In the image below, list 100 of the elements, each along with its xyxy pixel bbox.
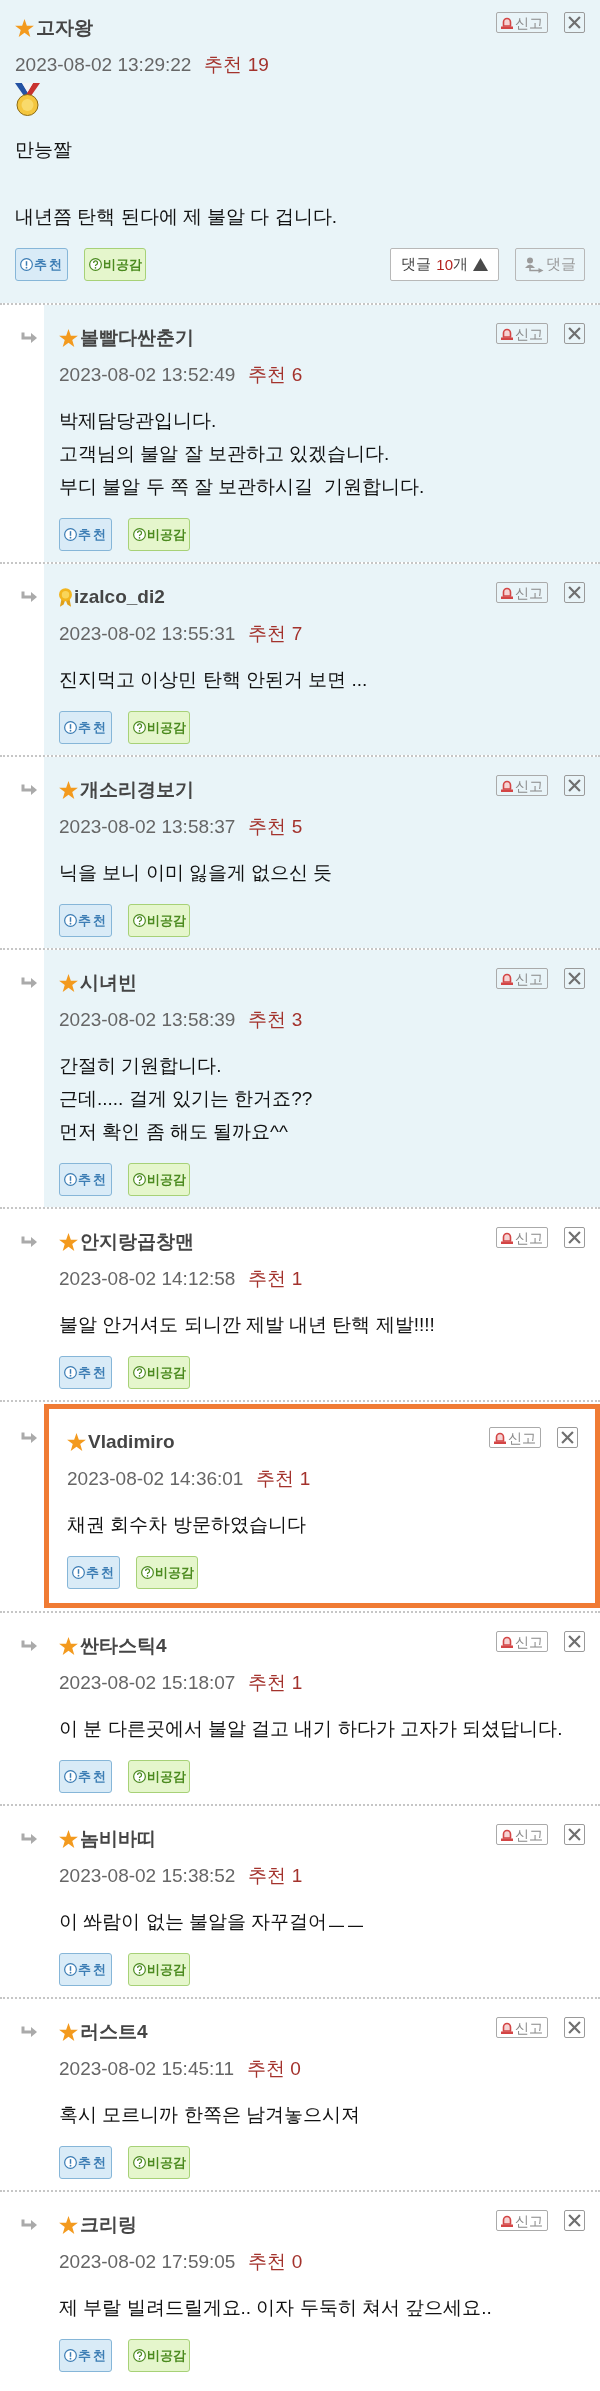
exclamation-circle-icon	[72, 1566, 85, 1579]
siren-icon	[501, 2021, 513, 2034]
star-icon	[15, 19, 34, 37]
comment-text: 혹시 모르니까 한쪽은 남겨놓으시져	[59, 2103, 361, 2127]
disagree-button[interactable]: 비공감	[128, 711, 190, 744]
replies-toggle-button[interactable]: 댓글 10개	[390, 248, 499, 281]
author-name: 러스트4	[80, 2020, 148, 2044]
star-icon	[59, 1637, 78, 1655]
recommend-button[interactable]: 추천	[59, 518, 112, 551]
siren-icon	[501, 779, 513, 792]
close-button[interactable]	[564, 323, 585, 344]
report-button[interactable]: 신고	[496, 2017, 548, 2038]
reply-arrow-icon	[21, 784, 37, 796]
comment-timestamp: 2023-08-02 13:29:22	[15, 53, 192, 77]
reply-arrow-icon	[21, 2026, 37, 2038]
question-circle-icon	[141, 1566, 154, 1579]
recommend-count: 추천 1	[248, 1267, 303, 1291]
report-button[interactable]: 신고	[496, 582, 548, 603]
close-icon	[568, 972, 581, 985]
siren-icon	[501, 327, 513, 340]
disagree-button[interactable]: 비공감	[128, 2146, 190, 2179]
recommend-button[interactable]: 추천	[59, 1356, 112, 1389]
recommend-button[interactable]: 추천	[59, 1760, 112, 1793]
close-button[interactable]	[564, 582, 585, 603]
report-button[interactable]: 신고	[489, 1427, 541, 1448]
recommend-count: 추천 3	[248, 1008, 303, 1032]
exclamation-circle-icon	[64, 721, 77, 734]
author-name: 안지랑곱창맨	[80, 1230, 194, 1254]
question-circle-icon	[133, 1173, 146, 1186]
author-name: 싼타스틱4	[80, 1634, 167, 1658]
report-button[interactable]: 신고	[496, 1824, 548, 1845]
reply-button[interactable]: 댓글	[515, 248, 585, 281]
comment-text: 제 부랄 빌려드릴게요.. 이자 두둑히 쳐서 갚으세요..	[59, 2296, 493, 2320]
close-icon	[568, 779, 581, 792]
recommend-count: 추천 7	[248, 622, 303, 646]
close-icon	[568, 1828, 581, 1841]
report-button[interactable]: 신고	[496, 775, 548, 796]
exclamation-circle-icon	[64, 1963, 77, 1976]
close-button[interactable]	[564, 775, 585, 796]
recommend-count: 추천 5	[248, 815, 303, 839]
star-icon	[67, 1433, 86, 1451]
report-button[interactable]: 신고	[496, 323, 548, 344]
comment-text: 박제담당관입니다.	[59, 409, 218, 433]
recommend-button[interactable]: 추천	[59, 1163, 112, 1196]
disagree-button[interactable]: 비공감	[136, 1556, 198, 1589]
comment-timestamp: 2023-08-02 13:52:49	[59, 363, 236, 387]
disagree-button[interactable]: 비공감	[84, 248, 146, 281]
report-button[interactable]: 신고	[496, 1631, 548, 1652]
person-arrow-icon	[524, 256, 544, 273]
close-button[interactable]	[557, 1427, 578, 1448]
close-icon	[568, 2021, 581, 2034]
siren-icon	[501, 1828, 513, 1841]
report-button[interactable]: 신고	[496, 1227, 548, 1248]
report-button[interactable]: 신고	[496, 12, 548, 33]
disagree-button[interactable]: 비공감	[128, 1356, 190, 1389]
question-circle-icon	[89, 258, 102, 271]
star-icon	[59, 2023, 78, 2041]
disagree-button[interactable]: 비공감	[128, 518, 190, 551]
close-button[interactable]	[564, 968, 585, 989]
star-icon	[59, 781, 78, 799]
recommend-button[interactable]: 추천	[67, 1556, 120, 1589]
recommend-count: 추천 1	[248, 1671, 303, 1695]
siren-icon	[501, 586, 513, 599]
siren-icon	[501, 1635, 513, 1648]
recommend-button[interactable]: 추천	[59, 2339, 112, 2372]
close-button[interactable]	[564, 1824, 585, 1845]
close-button[interactable]	[564, 12, 585, 33]
recommend-button[interactable]: 추천	[59, 711, 112, 744]
disagree-button[interactable]: 비공감	[128, 1760, 190, 1793]
close-button[interactable]	[564, 1227, 585, 1248]
close-button[interactable]	[564, 1631, 585, 1652]
recommend-count: 추천 19	[204, 53, 269, 77]
recommend-button[interactable]: 추천	[59, 2146, 112, 2179]
author-name: 고자왕	[36, 16, 93, 40]
comment-text: 부디 불알 두 쪽 잘 보관하시길 기원합니다.	[59, 475, 426, 499]
question-circle-icon	[133, 721, 146, 734]
report-button[interactable]: 신고	[496, 2210, 548, 2231]
author-name: 시녀빈	[80, 971, 137, 995]
exclamation-circle-icon	[64, 2156, 77, 2169]
comment-timestamp: 2023-08-02 14:12:58	[59, 1267, 236, 1291]
recommend-count: 추천 1	[256, 1467, 311, 1491]
close-icon	[568, 327, 581, 340]
recommend-count: 추천 1	[248, 1864, 303, 1888]
report-button[interactable]: 신고	[496, 968, 548, 989]
exclamation-circle-icon	[20, 258, 33, 271]
disagree-button[interactable]: 비공감	[128, 2339, 190, 2372]
disagree-button[interactable]: 비공감	[128, 904, 190, 937]
siren-icon	[501, 16, 513, 29]
close-icon	[568, 1231, 581, 1244]
question-circle-icon	[133, 1963, 146, 1976]
recommend-button[interactable]: 추천	[59, 904, 112, 937]
disagree-button[interactable]: 비공감	[128, 1953, 190, 1986]
reply-arrow-icon	[21, 591, 37, 603]
comment-text: 불알 안거셔도 되니깐 제발 내년 탄핵 제발!!!!	[59, 1313, 436, 1337]
close-button[interactable]	[564, 2210, 585, 2231]
disagree-button[interactable]: 비공감	[128, 1163, 190, 1196]
siren-icon	[501, 1231, 513, 1244]
close-button[interactable]	[564, 2017, 585, 2038]
recommend-button[interactable]: 추천	[15, 248, 68, 281]
recommend-button[interactable]: 추천	[59, 1953, 112, 1986]
